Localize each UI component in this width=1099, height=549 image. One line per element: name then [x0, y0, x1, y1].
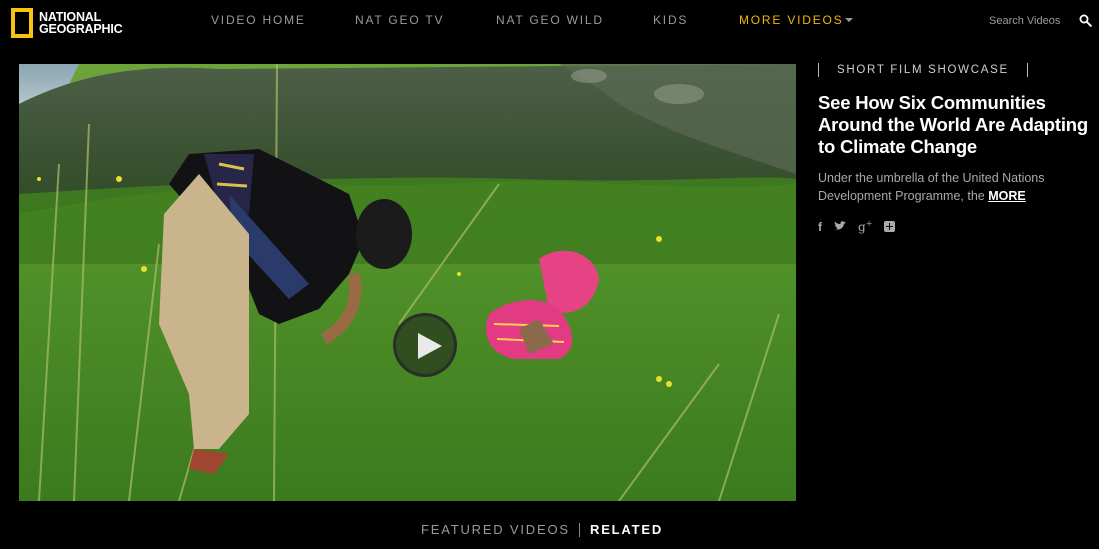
nav-nat-geo-wild[interactable]: NAT GEO WILD	[496, 13, 604, 27]
video-player[interactable]	[19, 64, 796, 501]
twitter-icon[interactable]	[834, 220, 846, 234]
category-label[interactable]: SHORT FILM SHOWCASE	[818, 63, 1028, 77]
google-plus-icon[interactable]: g+	[858, 219, 872, 234]
nav-kids[interactable]: KIDS	[653, 13, 688, 27]
play-icon	[418, 333, 442, 359]
tab-related[interactable]: RELATED	[590, 522, 663, 537]
tab-featured-videos[interactable]: FEATURED VIDEOS	[421, 522, 570, 537]
search-input[interactable]: Search Videos	[989, 15, 1060, 27]
more-link[interactable]: MORE	[988, 189, 1026, 203]
chevron-down-icon[interactable]	[845, 18, 853, 22]
natgeo-logo[interactable]: NATIONAL GEOGRAPHIC	[11, 8, 123, 38]
video-description: Under the umbrella of the United Nations…	[818, 169, 1088, 205]
video-thumbnail	[19, 64, 796, 501]
tab-divider	[579, 523, 580, 537]
video-title[interactable]: See How Six Communities Around the World…	[818, 92, 1088, 158]
social-share-bar: f g+	[818, 219, 907, 234]
share-plus-icon[interactable]	[884, 221, 896, 232]
nav-nat-geo-tv[interactable]: NAT GEO TV	[355, 13, 444, 27]
nav-video-home[interactable]: VIDEO HOME	[211, 13, 306, 27]
logo-line-2: GEOGRAPHIC	[39, 22, 123, 36]
yellow-border-icon	[11, 8, 33, 38]
play-button[interactable]	[393, 313, 457, 377]
search-icon[interactable]	[1079, 14, 1092, 27]
nav-more-videos[interactable]: MORE VIDEOS	[739, 13, 843, 27]
facebook-icon[interactable]: f	[818, 220, 822, 234]
site-header: NATIONAL GEOGRAPHIC VIDEO HOME NAT GEO T…	[0, 0, 1099, 44]
